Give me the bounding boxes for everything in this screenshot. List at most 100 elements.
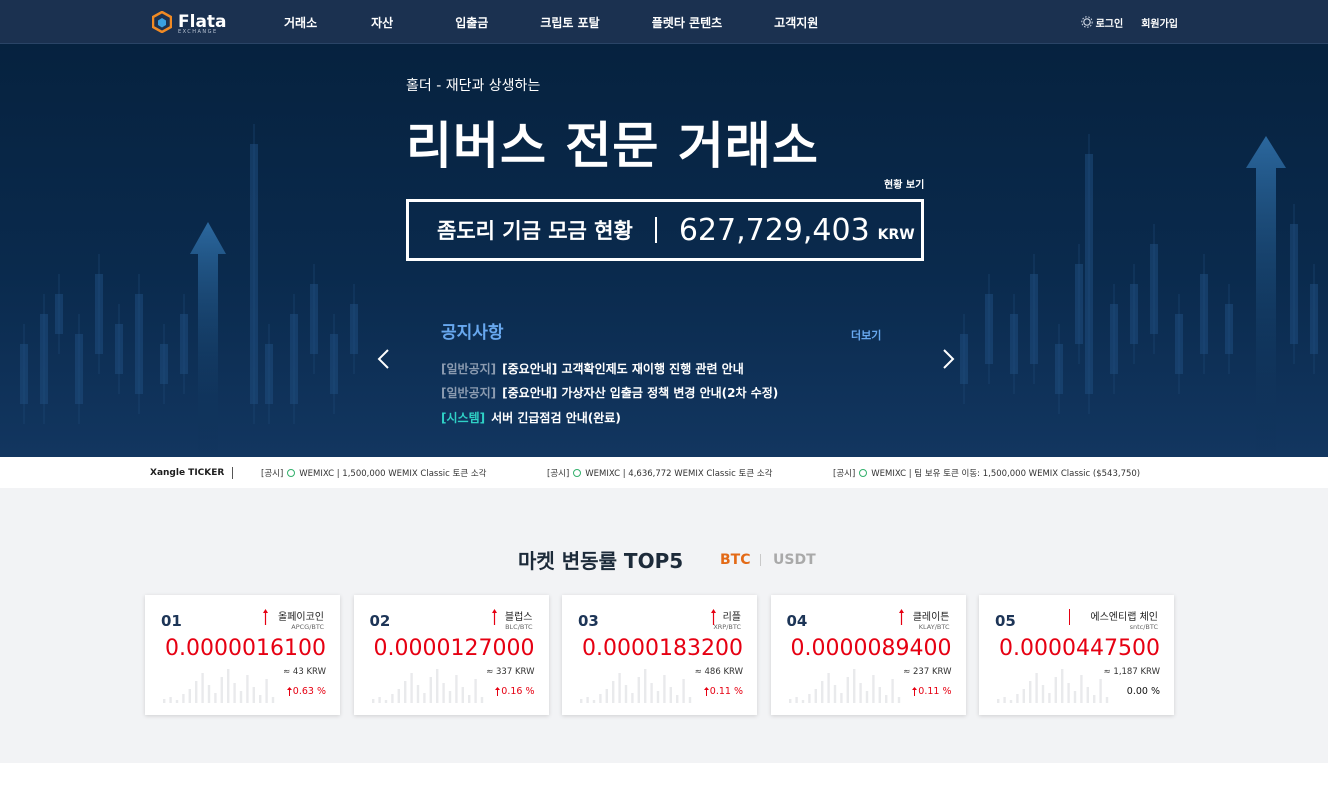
market-card[interactable]: 05 에스엔티랩 체인 sntc/BTC 0.0000447500 ≈ 1,187 KR…	[979, 595, 1174, 715]
bg-arrow-right	[1246, 136, 1286, 457]
ticker-item[interactable]: [공시] WEMIXC | 4,636,772 WEMIX Classic 토큰…	[547, 467, 833, 479]
tab-usdt[interactable]: USDT	[773, 552, 816, 568]
coin-change: 0.63 %	[286, 686, 326, 697]
coin-change-value: 0.16 %	[501, 686, 535, 697]
market-card[interactable]: 01 올페이코인 APCG/BTC 0.0000016100 ≈ 43 KRW 0.63 …	[145, 595, 340, 715]
market-cards: 01 올페이코인 APCG/BTC 0.0000016100 ≈ 43 KRW 0.63 …	[145, 595, 1174, 715]
notice-text: [중요안내] 가상자산 입출금 정책 변경 안내(2차 수정)	[502, 386, 779, 401]
xangle-icon	[287, 468, 296, 477]
bg-candle	[250, 144, 258, 404]
menu-support[interactable]: 고객지원	[752, 14, 840, 31]
spark-bar	[884, 695, 887, 703]
ticker-bar: Xangle TICKER [공시] WEMIXC | 1,500,000 WE…	[150, 457, 1180, 488]
ticker-item[interactable]: [공시] WEMIXC | 팀 보유 토큰 이동: 1,500,000 WEMI…	[833, 467, 1140, 479]
ticker-item[interactable]: [공시] WEMIXC | 1,500,000 WEMIX Classic 토큰…	[261, 467, 547, 479]
spark-bar	[435, 669, 438, 703]
spark-bar	[1054, 677, 1057, 703]
spark-bar	[195, 681, 198, 703]
notice-more-link[interactable]: 더보기	[851, 327, 881, 343]
spark-bar	[794, 697, 798, 703]
trend-up-icon	[492, 609, 497, 625]
spark-bar	[182, 694, 185, 703]
spark-bar	[371, 699, 374, 703]
spark-bar	[865, 691, 868, 703]
coin-change: 0.11 %	[703, 686, 743, 697]
spark-bar	[801, 700, 804, 703]
coin-change: 0.11 %	[912, 686, 952, 697]
notice-item[interactable]: [일반공지] [중요안내] 고객확인제도 재이행 진행 관련 안내	[441, 356, 778, 381]
coin-change-value: 0.11 %	[918, 686, 952, 697]
coin-change: 0.00 %	[1127, 686, 1160, 697]
bg-candle	[40, 314, 48, 404]
bg-candle	[290, 314, 298, 404]
spark-bar	[656, 691, 660, 703]
spark-bar	[201, 673, 204, 703]
card-rank: 02	[369, 612, 391, 630]
market-card[interactable]: 03 리플 XRP/BTC 0.0000183200 ≈ 486 KRW 0.11 %	[562, 595, 757, 715]
spark-bar	[669, 687, 672, 703]
market-card[interactable]: 04 클레이튼 KLAY/BTC 0.0000089400 ≈ 237 KRW 0.11 …	[770, 595, 966, 715]
page-bottom	[0, 763, 1328, 792]
notice-text: [중요안내] 고객확인제도 재이행 진행 관련 안내	[502, 361, 744, 376]
spark-bar	[175, 700, 179, 703]
card-rank: 04	[786, 612, 808, 630]
bg-candle	[1310, 284, 1318, 354]
coin-change: 0.16 %	[495, 686, 535, 697]
coin-name: 올페이코인	[278, 612, 324, 623]
spark-bar	[788, 699, 791, 703]
menu-crypto-portal[interactable]: 크립토 포탈	[518, 14, 629, 31]
spark-bar	[390, 694, 394, 703]
login-button[interactable]: 로그인	[1080, 15, 1123, 30]
spark-bar	[1009, 700, 1013, 703]
spark-bar	[239, 691, 243, 703]
bg-candle	[20, 344, 28, 404]
market-card[interactable]: 02 블럽스 BLC/BTC 0.0000127000 ≈ 337 KRW 0.16 %	[353, 595, 549, 715]
menu-exchange[interactable]: 거래소	[262, 14, 349, 31]
chevron-left-icon[interactable]	[374, 346, 394, 372]
spark-bar	[397, 689, 400, 703]
spark-bar	[252, 687, 255, 703]
bg-candle	[1290, 224, 1298, 344]
logo[interactable]: Flata EXCHANGE	[152, 10, 227, 35]
menu-assets[interactable]: 자산	[349, 14, 433, 31]
gear-icon	[1080, 16, 1093, 28]
notice-item[interactable]: [시스템] 서버 긴급점검 안내(완료)	[441, 405, 778, 430]
bg-candle	[1150, 244, 1158, 334]
spark-bar	[1080, 675, 1083, 703]
spark-bar	[246, 675, 249, 703]
spark-bar	[663, 675, 666, 703]
coin-price: 0.0000016100	[165, 636, 326, 661]
spark-bar	[1048, 693, 1051, 703]
chevron-right-icon[interactable]	[938, 346, 958, 372]
bg-candle	[1130, 284, 1138, 344]
menu-deposit-withdraw[interactable]: 입출금	[433, 14, 518, 31]
card-rank: 03	[578, 612, 599, 630]
notice-item[interactable]: [일반공지] [중요안내] 가상자산 입출금 정책 변경 안내(2차 수정)	[441, 381, 778, 406]
spark-bar	[163, 699, 166, 703]
bg-candle	[310, 284, 318, 354]
notice-text: 서버 긴급점검 안내(완료)	[491, 410, 621, 425]
spark-bar	[852, 669, 855, 703]
spark-bar	[461, 687, 464, 703]
bg-candle	[1110, 304, 1118, 374]
spark-bar	[997, 699, 1000, 703]
coin-krw-value: ≈ 337 KRW	[486, 667, 535, 677]
spark-bar	[1073, 691, 1077, 703]
notice-title: 공지사항	[441, 323, 504, 343]
auth-links: 로그인 회원가입	[1080, 0, 1178, 44]
market-top5-section: 마켓 변동률 TOP5 BTC USDT 01 올페이코인 APCG/BTC 0.00…	[0, 488, 1328, 763]
spark-bar	[826, 673, 830, 703]
coin-change-value: 0.63 %	[292, 686, 326, 697]
bg-candle	[960, 334, 968, 384]
tab-btc[interactable]: BTC	[720, 552, 751, 568]
status-view-link[interactable]: 현황 보기	[884, 176, 924, 191]
spark-bar	[1105, 697, 1109, 703]
ticker-label: Xangle TICKER	[150, 467, 225, 478]
spark-bar	[480, 697, 483, 703]
bg-arrow-left	[190, 222, 226, 457]
menu-flata-contents[interactable]: 플렛타 콘텐츠	[630, 14, 752, 31]
coin-name: 에스엔티랩 체인	[1090, 612, 1158, 623]
xangle-icon	[573, 468, 582, 477]
hero-subtitle: 홀더 - 재단과 상생하는	[406, 78, 541, 94]
signup-button[interactable]: 회원가입	[1141, 15, 1178, 30]
